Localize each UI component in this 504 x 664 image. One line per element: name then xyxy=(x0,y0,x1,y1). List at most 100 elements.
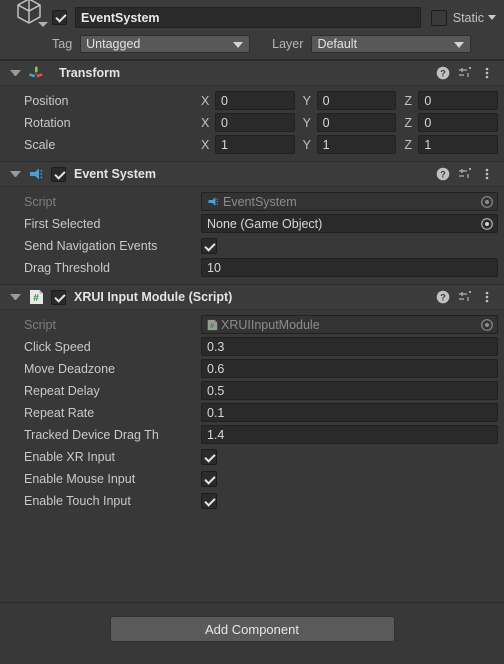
axis-label-x: X xyxy=(201,115,210,130)
enable-xr-input-checkbox[interactable] xyxy=(201,448,217,465)
row-label: Enable Mouse Input xyxy=(24,471,136,486)
repeat-delay-input[interactable]: 0.5 xyxy=(201,381,498,400)
rotation-z-input[interactable]: 0 xyxy=(418,113,499,132)
kebab-menu-icon[interactable] xyxy=(476,287,498,307)
svg-text:?: ? xyxy=(440,292,446,302)
gameobject-header: EventSystem Static Tag Untagged Layer De… xyxy=(0,0,504,60)
chevron-down-icon xyxy=(233,42,244,48)
layer-dropdown-value: Default xyxy=(317,37,358,51)
static-dropdown-caret[interactable] xyxy=(488,15,496,20)
kebab-menu-icon[interactable] xyxy=(476,164,498,184)
csharp-script-icon: # xyxy=(27,289,45,305)
field-row-send-navigation-events: Send Navigation Events xyxy=(6,235,498,256)
field-row-drag-threshold: Drag Threshold 10 xyxy=(6,257,498,278)
static-checkbox[interactable] xyxy=(430,9,447,26)
object-picker-icon[interactable] xyxy=(480,318,494,332)
scale-x-input[interactable]: 1 xyxy=(215,135,295,154)
field-row-repeat-delay: Repeat Delay 0.5 xyxy=(6,380,498,401)
row-label: Script xyxy=(24,194,56,209)
field-row-enable-touch-input: Enable Touch Input xyxy=(6,490,498,511)
component-body-xrui-input-module: Script # XRUIInputModule Click Speed 0.3… xyxy=(0,310,504,517)
component-header-event-system[interactable]: Event System ? xyxy=(0,161,504,187)
kebab-menu-icon[interactable] xyxy=(476,63,498,83)
row-label: Repeat Rate xyxy=(24,405,95,420)
drag-threshold-input[interactable]: 10 xyxy=(201,258,498,277)
preset-settings-icon[interactable] xyxy=(454,164,476,184)
scale-z-input[interactable]: 1 xyxy=(418,135,499,154)
tracked-device-drag-threshold-input[interactable]: 1.4 xyxy=(201,425,498,444)
field-row-enable-xr-input: Enable XR Input xyxy=(6,446,498,467)
preset-settings-icon[interactable] xyxy=(454,287,476,307)
first-selected-object-field[interactable]: None (Game Object) xyxy=(201,214,498,233)
transform-position-row: Position X0 Y0 Z0 xyxy=(6,90,499,111)
tag-dropdown-value: Untagged xyxy=(86,37,141,51)
axis-label-x: X xyxy=(201,137,210,152)
svg-text:?: ? xyxy=(440,169,446,179)
component-enabled-checkbox[interactable] xyxy=(51,289,66,305)
field-row-repeat-rate: Repeat Rate 0.1 xyxy=(6,402,498,423)
position-z-input[interactable]: 0 xyxy=(418,91,499,110)
component-title: Event System xyxy=(74,167,156,181)
add-component-button[interactable]: Add Component xyxy=(109,616,395,642)
preset-settings-icon[interactable] xyxy=(454,63,476,83)
row-label: Drag Threshold xyxy=(24,260,110,275)
chevron-down-icon xyxy=(454,42,465,48)
gameobject-icon-wrap[interactable] xyxy=(10,0,52,38)
foldout-arrow-icon[interactable] xyxy=(10,70,21,76)
layer-dropdown[interactable]: Default xyxy=(311,35,472,53)
component-header-xrui-input-module[interactable]: # XRUI Input Module (Script) ? xyxy=(0,284,504,310)
axis-label-z: Z xyxy=(404,115,412,130)
component-body-event-system: Script EventSystem First Selected None (… xyxy=(0,187,504,284)
gameobject-enabled-checkbox[interactable] xyxy=(52,10,67,25)
component-title: XRUI Input Module (Script) xyxy=(74,290,233,304)
field-row-script: Script # XRUIInputModule xyxy=(6,314,498,335)
gameobject-icon-dropdown-caret[interactable] xyxy=(38,21,48,27)
axis-label-y: Y xyxy=(302,115,312,130)
inspector-footer: Add Component xyxy=(0,602,504,664)
static-label: Static xyxy=(452,10,484,25)
scale-y-input[interactable]: 1 xyxy=(316,135,397,154)
layer-label: Layer xyxy=(272,37,304,51)
enable-touch-input-checkbox[interactable] xyxy=(201,492,217,509)
component-enabled-checkbox[interactable] xyxy=(51,166,66,182)
position-x-input[interactable]: 0 xyxy=(215,91,295,110)
component-title: Transform xyxy=(59,66,121,80)
move-deadzone-input[interactable]: 0.6 xyxy=(201,359,498,378)
transform-axis-gizmo-icon xyxy=(27,65,45,81)
tag-dropdown[interactable]: Untagged xyxy=(80,35,251,53)
gameobject-name-input[interactable]: EventSystem xyxy=(75,7,421,28)
repeat-rate-input[interactable]: 0.1 xyxy=(201,403,498,422)
help-icon[interactable]: ? xyxy=(432,63,454,83)
component-event-system: Event System ? Script EventSystem First … xyxy=(0,161,504,284)
enable-mouse-input-checkbox[interactable] xyxy=(201,470,217,487)
axis-label-x: X xyxy=(201,93,210,108)
rotation-x-input[interactable]: 0 xyxy=(215,113,295,132)
script-reference-value: XRUIInputModule xyxy=(221,317,320,332)
click-speed-input[interactable]: 0.3 xyxy=(201,337,498,356)
help-icon[interactable]: ? xyxy=(432,164,454,184)
send-navigation-events-checkbox[interactable] xyxy=(201,237,217,254)
field-row-move-deadzone: Move Deadzone 0.6 xyxy=(6,358,498,379)
row-label: Click Speed xyxy=(24,339,91,354)
help-icon[interactable]: ? xyxy=(432,287,454,307)
event-system-megaphone-icon xyxy=(207,196,220,207)
row-label: Rotation xyxy=(24,115,71,130)
transform-scale-row: Scale X1 Y1 Z1 xyxy=(6,134,499,155)
row-label: Script xyxy=(24,317,56,332)
component-body-transform: Position X0 Y0 Z0 Rotation X0 Y0 Z0 Scal… xyxy=(0,86,504,161)
object-picker-icon[interactable] xyxy=(480,217,494,231)
foldout-arrow-icon[interactable] xyxy=(10,294,21,300)
rotation-y-input[interactable]: 0 xyxy=(316,113,397,132)
script-reference-field: EventSystem xyxy=(201,192,498,211)
row-label: Enable XR Input xyxy=(24,449,116,464)
row-label: First Selected xyxy=(24,216,101,231)
tag-label: Tag xyxy=(52,37,73,51)
row-label: Scale xyxy=(24,137,56,152)
field-row-click-speed: Click Speed 0.3 xyxy=(6,336,498,357)
object-picker-icon[interactable] xyxy=(480,195,494,209)
component-header-transform[interactable]: Transform ? xyxy=(0,60,504,86)
svg-text:#: # xyxy=(210,320,214,329)
foldout-arrow-icon[interactable] xyxy=(10,171,21,177)
component-transform: Transform ? Position X0 Y0 Z 0 Rotation … xyxy=(0,60,504,161)
position-y-input[interactable]: 0 xyxy=(316,91,397,110)
